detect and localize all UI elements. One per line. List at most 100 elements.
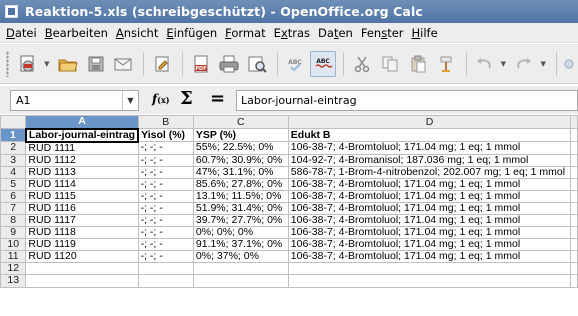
cell-e13[interactable] <box>570 274 578 288</box>
cell-c4[interactable]: 47%; 31.1%; 0% <box>192 165 289 179</box>
cut-button[interactable] <box>349 51 375 77</box>
formula-input[interactable]: Labor-journal-eintrag <box>236 90 578 111</box>
column-header-e[interactable] <box>570 115 578 129</box>
row-header[interactable]: 6 <box>0 189 27 203</box>
row-header[interactable]: 7 <box>0 201 27 215</box>
name-box-value[interactable]: A1 <box>11 94 122 107</box>
cell-a1[interactable]: Labor-journal-eintrag <box>24 127 140 143</box>
row-header[interactable]: 5 <box>0 177 27 191</box>
cell-c10[interactable]: 91.1%; 37.1%; 0% <box>192 238 289 252</box>
cell-a2[interactable]: RUD 1111 <box>25 141 139 155</box>
row-header[interactable]: 4 <box>0 165 27 179</box>
cell-c8[interactable]: 39.7%; 27.7%; 0% <box>192 213 289 228</box>
cell-e6[interactable] <box>570 189 578 203</box>
toolbar-handle[interactable] <box>6 50 9 77</box>
export-pdf-button[interactable]: PDF <box>188 51 214 77</box>
cell-a7[interactable]: RUD 1116 <box>25 201 139 215</box>
cell-b2[interactable]: -; -; - <box>137 141 194 155</box>
spreadsheet-grid[interactable]: A B C D 1 Labor-journal-eintrag Yisol (%… <box>0 115 578 316</box>
paste-button[interactable] <box>405 51 431 77</box>
menu-item[interactable]: Einfügen <box>162 26 221 40</box>
cell-b7[interactable]: -; -; - <box>137 201 194 215</box>
menu-item[interactable]: Ansicht <box>112 26 162 40</box>
column-header-d[interactable]: D <box>287 115 572 129</box>
name-box[interactable]: A1 ▼ <box>10 90 139 111</box>
row-header[interactable]: 1 <box>0 128 27 142</box>
new-dropdown-arrow[interactable]: ▼ <box>43 51 51 77</box>
print-button[interactable] <box>216 51 242 77</box>
menu-item[interactable]: Format <box>221 26 270 40</box>
cell-d7[interactable]: 106-38-7; 4-Bromtoluol; 171.04 mg; 1 eq;… <box>287 201 572 215</box>
row-header[interactable]: 11 <box>0 250 27 264</box>
row-header[interactable]: 10 <box>0 238 27 252</box>
new-document-button[interactable] <box>15 51 41 77</box>
cell-c6[interactable]: 13.1%; 11.5%; 0% <box>192 189 289 203</box>
cell-d13[interactable] <box>287 274 572 288</box>
cell-a8[interactable]: RUD 1117 <box>25 213 139 228</box>
menu-item[interactable]: Datei <box>2 26 41 40</box>
formula-button[interactable]: = <box>210 88 225 109</box>
cell-e1[interactable] <box>570 128 578 142</box>
cell-e2[interactable] <box>570 141 578 155</box>
cell-d4[interactable]: 586-78-7; 1-Brom-4-nitrobenzol; 202.007 … <box>287 165 572 179</box>
save-button[interactable] <box>83 51 109 77</box>
cell-d6[interactable]: 106-38-7; 4-Bromtoluol; 171.04 mg; 1 eq;… <box>287 189 572 203</box>
column-header-a[interactable]: A <box>25 115 139 129</box>
hyperlink-button[interactable] <box>562 51 576 77</box>
cell-a10[interactable]: RUD 1119 <box>25 238 139 252</box>
menu-item[interactable]: Hilfe <box>408 26 442 40</box>
cell-d11[interactable]: 106-38-7; 4-Bromtoluol; 171.04 mg; 1 eq;… <box>287 250 572 264</box>
cell-e3[interactable] <box>570 153 578 167</box>
cell-a5[interactable]: RUD 1114 <box>25 177 139 191</box>
cell-a9[interactable]: RUD 1118 <box>25 226 139 240</box>
menu-item[interactable]: Bearbeiten <box>41 26 112 40</box>
cell-c1[interactable]: YSP (%) <box>192 128 289 142</box>
cell-b10[interactable]: -; -; - <box>137 238 194 252</box>
cell-b3[interactable]: -; -; - <box>137 153 194 167</box>
cell-b9[interactable]: -; -; - <box>137 226 194 240</box>
row-header[interactable]: 9 <box>0 226 27 240</box>
autospellcheck-button[interactable]: ABC <box>310 50 337 77</box>
cell-c5[interactable]: 85.6%; 27.8%; 0% <box>192 177 289 191</box>
cell-a4[interactable]: RUD 1113 <box>25 165 139 179</box>
cell-c7[interactable]: 51.9%; 31.4%; 0% <box>192 201 289 215</box>
sum-button[interactable]: Σ <box>180 88 193 109</box>
chevron-down-icon[interactable]: ▼ <box>122 91 138 110</box>
cell-b6[interactable]: -; -; - <box>137 189 194 203</box>
cell-d5[interactable]: 106-38-7; 4-Bromtoluol; 171.04 mg; 1 eq;… <box>287 177 572 191</box>
copy-button[interactable] <box>377 51 403 77</box>
cell-b5[interactable]: -; -; - <box>137 177 194 191</box>
email-button[interactable] <box>110 51 136 77</box>
cell-d9[interactable]: 106-38-7; 4-Bromtoluol; 171.04 mg; 1 eq;… <box>287 226 572 240</box>
cell-d12[interactable] <box>287 262 572 276</box>
cell-e9[interactable] <box>570 226 578 240</box>
cell-d8[interactable]: 106-38-7; 4-Bromtoluol; 171.04 mg; 1 eq;… <box>287 213 572 228</box>
redo-dropdown-arrow[interactable]: ▼ <box>539 51 547 77</box>
cell-e4[interactable] <box>570 165 578 179</box>
cell-a11[interactable]: RUD 1120 <box>25 250 139 264</box>
calc-app-icon[interactable] <box>5 5 18 18</box>
cell-a12[interactable] <box>25 262 139 276</box>
cell-e5[interactable] <box>570 177 578 191</box>
format-paintbrush-button[interactable] <box>433 51 459 77</box>
cell-e11[interactable] <box>570 250 578 264</box>
cell-c3[interactable]: 60.7%; 30.9%; 0% <box>192 153 289 167</box>
cell-d3[interactable]: 104-92-7; 4-Bromanisol; 187.036 mg; 1 eq… <box>287 153 572 167</box>
spellcheck-button[interactable]: ABC <box>283 51 309 77</box>
edit-file-button[interactable] <box>149 51 175 77</box>
undo-button[interactable] <box>472 51 498 77</box>
redo-button[interactable] <box>511 51 537 77</box>
function-wizard-button[interactable]: f(x) <box>152 92 170 106</box>
cell-a13[interactable] <box>25 274 139 288</box>
cell-c11[interactable]: 0%; 37%; 0% <box>192 250 289 264</box>
cell-b12[interactable] <box>137 262 194 276</box>
cell-d10[interactable]: 106-38-7; 4-Bromtoluol; 171.04 mg; 1 eq;… <box>287 238 572 252</box>
column-header-b[interactable]: B <box>137 115 194 129</box>
cell-d1[interactable]: Edukt B <box>287 128 572 142</box>
row-header[interactable]: 12 <box>0 262 27 276</box>
menu-item[interactable]: Fenster <box>357 26 408 40</box>
row-header[interactable]: 8 <box>0 213 27 228</box>
cell-b4[interactable]: -; -; - <box>137 165 194 179</box>
cell-a3[interactable]: RUD 1112 <box>25 153 139 167</box>
undo-dropdown-arrow[interactable]: ▼ <box>499 51 507 77</box>
